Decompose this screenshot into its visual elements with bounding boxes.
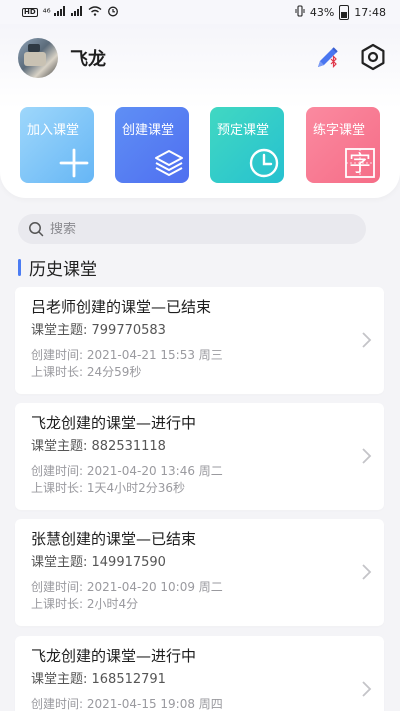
hd-icon: HD bbox=[22, 7, 38, 17]
alarm-icon bbox=[107, 5, 119, 20]
class-duration: 上课时长: 24分59秒 bbox=[31, 365, 142, 379]
cell-bars-icon bbox=[53, 5, 65, 16]
class-card[interactable]: 飞龙创建的课堂—进行中 课堂主题: 168512791 创建时间: 2021-0… bbox=[15, 636, 384, 711]
schedule-class-tile[interactable]: 预定课堂 bbox=[210, 107, 284, 183]
search-icon bbox=[29, 222, 44, 237]
class-topic: 课堂主题: 149917590 bbox=[31, 555, 166, 570]
class-title: 飞龙创建的课堂—进行中 bbox=[31, 647, 197, 665]
class-card[interactable]: 吕老师创建的课堂—已结束 课堂主题: 799770583 创建时间: 2021-… bbox=[15, 287, 384, 394]
header-actions bbox=[312, 42, 388, 72]
join-class-tile[interactable]: 加入课堂 bbox=[20, 107, 94, 183]
signal-icon: ⁴⁶ bbox=[43, 5, 66, 19]
class-title: 吕老师创建的课堂—已结束 bbox=[31, 298, 212, 316]
section-title: 历史课堂 bbox=[29, 259, 97, 280]
class-title: 飞龙创建的课堂—进行中 bbox=[31, 414, 197, 432]
class-topic: 课堂主题: 168512791 bbox=[31, 672, 166, 687]
status-right: 43% 17:48 bbox=[295, 4, 386, 20]
class-duration: 上课时长: 2小时4分 bbox=[31, 597, 139, 611]
class-topic: 课堂主题: 882531118 bbox=[31, 439, 166, 454]
class-meta: 创建时间: 2021-04-21 15:53 周三 上课时长: 24分59秒 bbox=[31, 347, 384, 381]
create-class-label: 创建课堂 bbox=[122, 123, 175, 138]
vibrate-icon bbox=[295, 4, 305, 20]
avatar[interactable] bbox=[18, 38, 58, 78]
status-left: HD ⁴⁶ bbox=[22, 5, 119, 20]
status-bar: HD ⁴⁶ 43% 17:48 bbox=[0, 0, 400, 24]
class-meta: 创建时间: 2021-04-15 19:08 周四 bbox=[31, 696, 384, 711]
create-class-tile[interactable]: 创建课堂 bbox=[115, 107, 189, 183]
zi-char-icon: 字 bbox=[345, 148, 375, 178]
search-bar[interactable] bbox=[18, 214, 366, 244]
clock-icon bbox=[249, 148, 279, 178]
writing-class-tile[interactable]: 练字课堂 字 bbox=[306, 107, 380, 183]
username: 飞龙 bbox=[70, 49, 106, 70]
chevron-right-icon bbox=[362, 448, 372, 464]
class-title: 张慧创建的课堂—已结束 bbox=[31, 530, 197, 548]
class-meta: 创建时间: 2021-04-20 13:46 周二 上课时长: 1天4小时2分3… bbox=[31, 463, 384, 497]
class-topic: 课堂主题: 799770583 bbox=[31, 323, 166, 338]
chevron-right-icon bbox=[362, 332, 372, 348]
class-created: 创建时间: 2021-04-15 19:08 周四 bbox=[31, 697, 223, 711]
settings-icon[interactable] bbox=[358, 42, 388, 72]
pen-bluetooth-icon[interactable] bbox=[312, 42, 342, 72]
section-header: 历史课堂 bbox=[18, 257, 97, 280]
writing-class-label: 练字课堂 bbox=[313, 123, 366, 138]
quick-actions: 加入课堂 创建课堂 预定课堂 练字课堂 字 bbox=[20, 107, 380, 183]
chevron-right-icon bbox=[362, 564, 372, 580]
class-created: 创建时间: 2021-04-20 10:09 周二 bbox=[31, 580, 223, 594]
plus-icon bbox=[59, 148, 89, 178]
class-created: 创建时间: 2021-04-20 13:46 周二 bbox=[31, 464, 223, 478]
battery-percent: 43% bbox=[309, 5, 335, 19]
class-duration: 上课时长: 1天4小时2分36秒 bbox=[31, 481, 186, 495]
chevron-right-icon bbox=[362, 681, 372, 697]
svg-text:字: 字 bbox=[349, 152, 371, 177]
section-accent-bar bbox=[18, 258, 21, 276]
schedule-class-label: 预定课堂 bbox=[217, 123, 270, 138]
layers-icon bbox=[155, 150, 183, 176]
class-meta: 创建时间: 2021-04-20 10:09 周二 上课时长: 2小时4分 bbox=[31, 579, 384, 613]
clock-time: 17:48 bbox=[354, 5, 386, 19]
cell-bars-2-icon bbox=[70, 5, 83, 19]
class-created: 创建时间: 2021-04-21 15:53 周三 bbox=[31, 348, 223, 362]
join-class-label: 加入课堂 bbox=[27, 123, 80, 138]
class-card[interactable]: 飞龙创建的课堂—进行中 课堂主题: 882531118 创建时间: 2021-0… bbox=[15, 403, 384, 510]
profile[interactable]: 飞龙 bbox=[18, 38, 106, 78]
search-input[interactable] bbox=[50, 221, 340, 237]
wifi-icon bbox=[88, 5, 102, 19]
battery-icon bbox=[339, 4, 350, 20]
class-card[interactable]: 张慧创建的课堂—已结束 课堂主题: 149917590 创建时间: 2021-0… bbox=[15, 519, 384, 626]
